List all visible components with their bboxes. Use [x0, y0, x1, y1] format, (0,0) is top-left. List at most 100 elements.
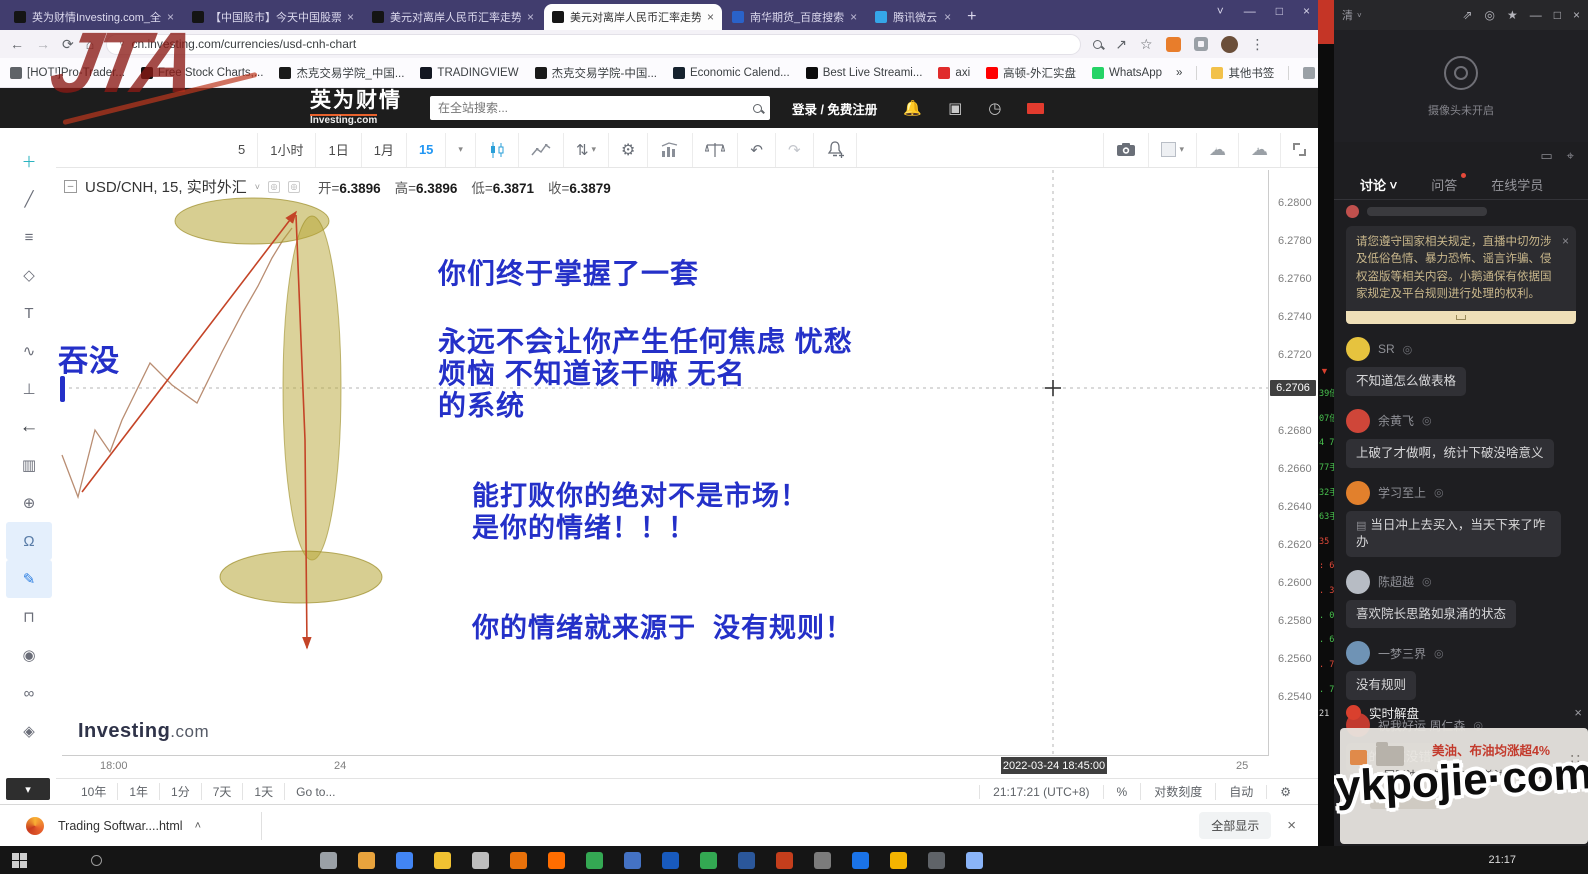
timeframe-button[interactable]: 1日 — [316, 133, 361, 167]
panel-tab-在线学员[interactable]: 在线学员 — [1491, 175, 1543, 194]
extensions-puzzle-icon[interactable] — [1194, 37, 1208, 51]
tab-close-icon[interactable]: × — [527, 10, 534, 24]
taskbar-app-icon[interactable] — [852, 852, 869, 869]
mic-icon[interactable]: ⌖ — [1567, 148, 1574, 164]
taskbar-app-icon[interactable] — [548, 852, 565, 869]
downloaded-file-name[interactable]: Trading Softwar....html — [58, 819, 183, 833]
interval-button[interactable]: 15 — [407, 133, 446, 167]
range-button[interactable]: 1年 — [118, 783, 160, 800]
browser-tab[interactable]: 美元对离岸人民币汇率走势× — [364, 4, 542, 30]
more-bookmarks-icon[interactable]: » — [1176, 67, 1182, 79]
xabcd-pattern-tool-icon[interactable]: ∿ — [6, 332, 52, 370]
log-scale-button[interactable]: 对数刻度 — [1140, 783, 1215, 800]
compare-scales-button[interactable] — [693, 133, 738, 167]
lock-tool-icon[interactable]: ⊓ — [6, 598, 52, 636]
investing-logo[interactable]: 英为财情 Investing.com — [310, 90, 402, 127]
start-button-icon[interactable] — [12, 853, 27, 868]
site-search-input[interactable] — [438, 101, 753, 115]
maximize-button[interactable]: □ — [1554, 8, 1561, 22]
browser-tab[interactable]: 英为财情Investing.com_全× — [6, 4, 182, 30]
link-tool-icon[interactable]: ∞ — [6, 674, 52, 712]
compare-button[interactable]: ⇅▾ — [564, 133, 609, 167]
close-button[interactable]: × — [1303, 4, 1310, 18]
taskbar-app-icon[interactable] — [814, 852, 831, 869]
back-icon[interactable]: ← — [10, 36, 24, 52]
taskbar-app-icon[interactable] — [662, 852, 679, 869]
line-chart-type-button[interactable] — [519, 133, 564, 167]
bookmark-item[interactable]: 杰克交易学院_中国... — [279, 65, 404, 81]
bars-pattern-tool-icon[interactable]: ▥ — [6, 446, 52, 484]
browser-menu-icon[interactable]: ⋮ — [1251, 36, 1265, 53]
bookmark-item[interactable]: Economic Calend... — [673, 67, 790, 79]
bottom-settings-gear-icon[interactable]: ⚙ — [1266, 785, 1304, 799]
taskbar-app-icon[interactable] — [776, 852, 793, 869]
templates-button[interactable]: ▾ — [1149, 133, 1197, 167]
home-icon[interactable]: ⌂ — [86, 36, 94, 52]
shapes-tool-icon[interactable]: ◇ — [6, 256, 52, 294]
timeframe-button[interactable]: 1小时 — [258, 133, 316, 167]
panel-tab-问答[interactable]: 问答 — [1431, 175, 1457, 194]
search-icon[interactable] — [753, 104, 762, 113]
browser-tab[interactable]: 美元对离岸人民币汇率走势× — [544, 4, 722, 30]
reload-icon[interactable]: ⟳ — [62, 36, 74, 53]
eye-tool-icon[interactable]: ◉ — [6, 636, 52, 674]
minimize-button[interactable]: — — [1530, 8, 1542, 22]
window-dropdown-icon[interactable]: ˅ — [1217, 4, 1224, 18]
forecast-tool-icon[interactable]: ⊥ — [6, 370, 52, 408]
bookmark-item[interactable]: [HOT!]Pro-Trader... — [10, 67, 125, 79]
notifications-bell-icon[interactable]: 🔔 — [903, 99, 922, 117]
taskbar-app-icon[interactable] — [890, 852, 907, 869]
fullscreen-button[interactable] — [1281, 133, 1318, 167]
range-button[interactable]: 10年 — [70, 783, 118, 800]
goto-button[interactable]: Go to... — [285, 785, 346, 799]
taskbar-app-icon[interactable] — [624, 852, 641, 869]
taskbar-app-icon[interactable] — [434, 852, 451, 869]
crosshair-tool-icon[interactable]: ＋ — [6, 142, 52, 180]
tab-close-icon[interactable]: × — [944, 10, 951, 24]
taskbar-app-icon[interactable] — [738, 852, 755, 869]
range-button[interactable]: 1分 — [160, 783, 202, 800]
show-all-downloads-button[interactable]: 全部显示 — [1199, 812, 1271, 839]
bookmark-item[interactable]: TRADINGVIEW — [420, 67, 518, 79]
bookmark-star-icon[interactable]: ☆ — [1140, 36, 1153, 53]
taskbar-app-icon[interactable] — [928, 852, 945, 869]
range-button[interactable]: 1天 — [243, 783, 285, 800]
taskbar-app-icon[interactable] — [966, 852, 983, 869]
text-tool-icon[interactable]: T — [6, 294, 52, 332]
draw-tool-icon[interactable]: ✎ — [6, 560, 52, 598]
chart-clock[interactable]: 21:17:21 (UTC+8) — [979, 785, 1102, 799]
tab-close-icon[interactable]: × — [707, 10, 714, 24]
alert-button[interactable] — [814, 133, 857, 167]
edition-flag-icon[interactable] — [1027, 103, 1044, 114]
tab-close-icon[interactable]: × — [850, 10, 857, 24]
bookmark-item[interactable]: WhatsApp — [1092, 67, 1162, 79]
download-chevron-icon[interactable]: ˄ — [195, 820, 201, 832]
forward-icon[interactable]: → — [36, 36, 50, 52]
new-tab-button[interactable]: + — [967, 8, 976, 26]
taskbar-app-icon[interactable] — [510, 852, 527, 869]
taskbar-app-icon[interactable] — [320, 852, 337, 869]
fib-retracement-tool-icon[interactable]: ≡ — [6, 218, 52, 256]
zoom-page-icon[interactable] — [1093, 40, 1102, 49]
cursor-arrow-tool-icon[interactable]: ← — [6, 408, 52, 446]
browser-tab[interactable]: 【中国股市】今天中国股票× — [184, 4, 362, 30]
address-field[interactable]: ˅ cn.investing.com/currencies/usd-cnh-ch… — [106, 34, 1081, 55]
chevron-down-icon[interactable]: ˅ — [1357, 11, 1362, 20]
target-icon[interactable]: ◎ — [1484, 8, 1494, 22]
login-register-link[interactable]: 登录 / 免费注册 — [792, 99, 877, 118]
toolbar-collapse-button[interactable]: ▾ — [6, 778, 50, 800]
taskbar-app-icon[interactable] — [472, 852, 489, 869]
browser-tab[interactable]: 南华期货_百度搜索× — [724, 4, 865, 30]
timeframe-button[interactable]: 5 — [226, 133, 258, 167]
share-icon[interactable]: ↗ — [1115, 36, 1127, 53]
metamask-extension-icon[interactable] — [1166, 37, 1181, 52]
maximize-button[interactable]: □ — [1276, 4, 1283, 18]
magnet-tool-icon[interactable]: Ω — [6, 522, 52, 560]
notice-close-icon[interactable]: × — [1562, 232, 1569, 250]
chart-settings-button[interactable]: ⚙ — [609, 133, 648, 167]
redo-button[interactable]: ↷ — [776, 133, 814, 167]
taskbar-app-icon[interactable] — [358, 852, 375, 869]
recent-clock-icon[interactable]: ◷ — [988, 99, 1001, 117]
panel-tab-讨论[interactable]: 讨论 ˅ — [1360, 175, 1397, 194]
bookmark-item[interactable]: Best Live Streami... — [806, 67, 923, 79]
